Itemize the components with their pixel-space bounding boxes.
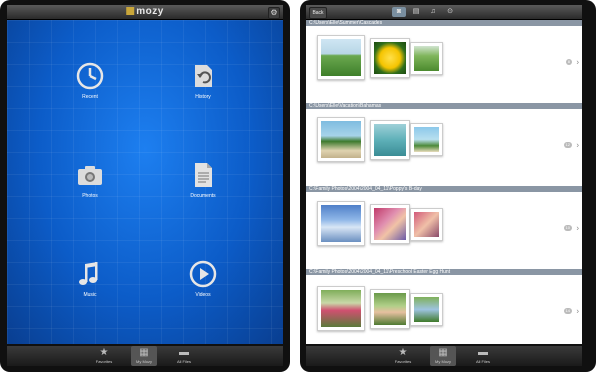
photo-thumbnail[interactable]	[317, 35, 365, 80]
photo-thumbnail[interactable]	[410, 293, 443, 326]
top-bar: mozy ⚙	[7, 5, 283, 20]
ipad-left: mozy ⚙ Recent History Photos Documents M…	[0, 0, 290, 372]
item-count-badge: 12	[563, 142, 572, 148]
photo-thumbnail[interactable]	[370, 120, 410, 160]
menu-label: Recent	[82, 94, 98, 100]
music-note-icon	[79, 262, 98, 285]
grid-icon: ▦	[139, 347, 149, 358]
top-bar: Back ◙ ▤ ♫ ⊙	[306, 5, 582, 20]
home-grid: Recent History Photos Documents Music Vi…	[7, 20, 283, 344]
play-icon	[189, 260, 217, 288]
photo-thumbnail[interactable]	[410, 42, 443, 75]
item-count-badge: 8	[565, 59, 572, 65]
folder-section[interactable]: C:\Users\Elle\Summer\Cascades 8 ›	[306, 20, 582, 98]
tab-all-files[interactable]: ▬ All Files	[171, 346, 197, 366]
folder-section[interactable]: C:\Family Photos\2004\2004_04_11\Prescho…	[306, 269, 582, 344]
camera-icon	[78, 166, 102, 185]
filter-music-button[interactable]: ♫	[426, 7, 440, 17]
tab-all-files[interactable]: ▬ All Files	[470, 346, 496, 366]
star-icon: ★	[99, 347, 109, 358]
menu-photos[interactable]: Photos	[65, 161, 115, 209]
chevron-right-icon: ›	[576, 223, 579, 233]
gear-icon: ⚙	[270, 8, 278, 17]
filter-videos-button[interactable]: ⊙	[443, 7, 457, 17]
menu-label: History	[195, 94, 211, 100]
tab-favorites[interactable]: ★ Favorites	[390, 346, 416, 366]
photo-thumbnail[interactable]	[370, 204, 410, 244]
menu-label: Music	[83, 292, 97, 298]
thumbnail-row: 10 ›	[306, 192, 582, 264]
photo-thumbnail[interactable]	[410, 208, 443, 241]
photo-folder-list: C:\Users\Elle\Summer\Cascades 8 › C:\Use…	[306, 20, 582, 344]
folder-icon: ▬	[179, 347, 189, 358]
logo-mark-icon	[126, 7, 135, 15]
filter-photos-button[interactable]: ◙	[392, 7, 406, 17]
menu-recent[interactable]: Recent	[65, 62, 115, 110]
folder-icon: ▬	[478, 347, 488, 358]
star-icon: ★	[398, 347, 408, 358]
clock-icon	[76, 62, 104, 90]
tab-my-mozy[interactable]: ▦ My Mozy	[131, 346, 157, 366]
ipad-right: Back ◙ ▤ ♫ ⊙ C:\Users\Elle\Summer\Cascad…	[300, 0, 596, 372]
folder-section[interactable]: C:\Users\Elle\Vacation\Bahamas 12 ›	[306, 103, 582, 181]
bottom-tab-bar: ★ Favorites ▦ My Mozy ▬ All Files	[306, 346, 582, 366]
menu-documents[interactable]: Documents	[178, 161, 228, 209]
tab-label: My Mozy	[136, 359, 152, 364]
tab-label: Favorites	[394, 359, 412, 364]
tab-label: My Mozy	[435, 359, 451, 364]
document-icon	[195, 163, 212, 187]
menu-label: Documents	[190, 193, 216, 199]
menu-history[interactable]: History	[178, 62, 228, 110]
menu-label: Videos	[195, 292, 211, 298]
menu-music[interactable]: Music	[65, 260, 115, 308]
grid-icon: ▦	[438, 347, 448, 358]
tab-label: All Files	[176, 359, 191, 364]
back-button[interactable]: Back	[309, 7, 327, 19]
tab-label: All Files	[475, 359, 490, 364]
tab-my-mozy[interactable]: ▦ My Mozy	[430, 346, 456, 366]
play-icon: ⊙	[447, 8, 453, 15]
tab-label: Favorites	[95, 359, 113, 364]
menu-videos[interactable]: Videos	[178, 260, 228, 308]
photo-thumbnail[interactable]	[317, 117, 365, 162]
tab-favorites[interactable]: ★ Favorites	[91, 346, 117, 366]
photo-thumbnail[interactable]	[370, 289, 410, 329]
settings-button[interactable]: ⚙	[268, 7, 280, 19]
chevron-right-icon: ›	[576, 140, 579, 150]
bottom-tab-bar: ★ Favorites ▦ My Mozy ▬ All Files	[7, 346, 283, 366]
restore-icon	[195, 65, 212, 87]
photo-thumbnail[interactable]	[370, 38, 410, 78]
photo-thumbnail[interactable]	[317, 201, 365, 246]
chevron-right-icon: ›	[576, 306, 579, 316]
music-note-icon: ♫	[430, 8, 436, 15]
chevron-right-icon: ›	[576, 57, 579, 67]
back-label: Back	[312, 10, 324, 16]
app-name: mozy	[136, 6, 164, 17]
folder-section[interactable]: C:\Family Photos\2004\2004_04_11\Poppy's…	[306, 186, 582, 264]
photo-thumbnail[interactable]	[317, 286, 365, 331]
item-count-badge: 14	[563, 308, 572, 314]
thumbnail-row: 8 ›	[306, 26, 582, 98]
thumbnail-row: 12 ›	[306, 109, 582, 181]
menu-label: Photos	[82, 193, 98, 199]
thumbnail-row: 14 ›	[306, 275, 582, 344]
camera-icon: ◙	[396, 8, 402, 15]
item-count-badge: 10	[563, 225, 572, 231]
mozy-logo: mozy	[126, 5, 164, 19]
photo-thumbnail[interactable]	[410, 123, 443, 156]
filter-documents-button[interactable]: ▤	[409, 7, 423, 17]
document-icon: ▤	[412, 8, 420, 15]
